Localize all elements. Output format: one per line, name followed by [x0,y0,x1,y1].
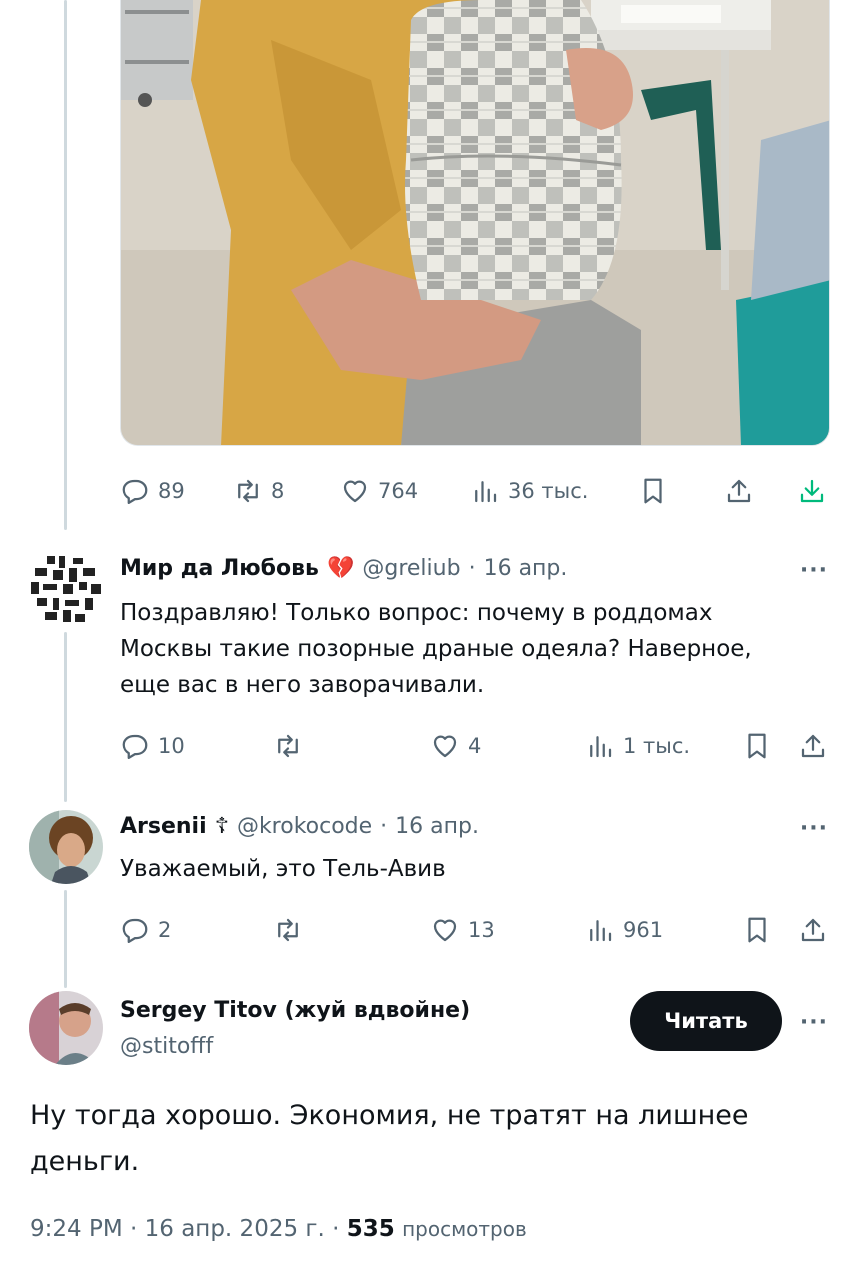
share-icon [801,734,825,758]
like-button[interactable]: 764 [340,471,418,511]
display-name[interactable]: Arsenii [120,814,207,839]
share-button[interactable] [798,910,828,950]
retweet-count: 8 [271,479,285,503]
reply-text: Уважаемый, это Тель-Авив [120,851,810,887]
share-icon [727,479,751,503]
tweet-meta: 9:24 PM · 16 апр. 2025 г. · 535 просмотр… [30,1216,527,1242]
reply-count: 10 [158,734,185,758]
reply-icon [122,734,148,759]
handle[interactable]: @greliub [362,556,460,581]
timestamp[interactable]: 16 апр. [395,814,479,839]
text-line: деньги. [30,1146,140,1177]
views-count: 36 тыс. [508,479,589,503]
author-name-row: Sergey Titov (жуй вдвойне) [120,998,470,1023]
avatar[interactable] [29,810,103,884]
tweet-photo[interactable] [120,0,830,446]
broken-heart-emoji: 💔 [326,556,355,581]
retweet-icon [238,479,258,503]
heart-icon [433,735,457,758]
retweet-button[interactable]: 8 [233,471,284,511]
views-button[interactable]: 961 [585,910,663,950]
separator: · [332,1216,340,1242]
download-button[interactable] [797,471,827,511]
thread-line [64,0,67,530]
reply-icon [122,479,148,504]
root-tweet-actions: 89 8 764 36 тыс. [0,471,856,511]
like-count: 4 [468,734,482,758]
reply-count: 89 [158,479,185,503]
views-count: 1 тыс. [623,734,691,758]
text-line: Ну тогда хорошо. Экономия, не тратят на … [30,1100,749,1131]
like-count: 764 [378,479,419,503]
text-line: Поздравляю! Только вопрос: почему в родд… [120,600,713,626]
handle[interactable]: @krokocode [237,814,372,839]
views-bar-icon [475,481,497,503]
heart-icon [343,480,367,503]
views-bar-icon [590,920,612,942]
reply-count: 2 [158,918,172,942]
thread-line [64,632,67,802]
reply-icon [122,918,148,943]
share-icon [801,918,825,942]
text-line: еще вас в него заворачивали. [120,672,485,698]
reply-button[interactable]: 10 [120,726,185,766]
timestamp[interactable]: 16 апр. [484,556,568,581]
views-button[interactable]: 36 тыс. [470,471,588,511]
retweet-button[interactable] [273,726,303,766]
heart-icon [433,919,457,942]
more-options-button[interactable]: ··· [800,1010,828,1035]
avatar[interactable] [29,552,103,626]
download-icon [800,479,824,503]
follow-button[interactable]: Читать [630,991,782,1051]
post-date[interactable]: 16 апр. 2025 г. [145,1216,325,1242]
more-options-button[interactable]: ··· [800,558,828,583]
views-bar-icon [590,736,612,758]
share-button[interactable] [724,471,754,511]
reply-header: Arsenii ☦ @krokocode · 16 апр. [120,814,479,839]
views-count: 961 [623,918,664,942]
reply-button[interactable]: 2 [120,910,171,950]
bookmark-icon [748,917,766,943]
like-count: 13 [468,918,495,942]
retweet-icon [278,734,298,758]
reply-actions: 10 4 1 тыс. [0,726,856,766]
display-name[interactable]: Мир да Любовь [120,556,319,581]
separator: · [130,1216,138,1242]
avatar[interactable] [29,991,103,1065]
reply-actions: 2 13 961 [0,910,856,950]
separator: · [380,814,388,839]
tweet-text: Ну тогда хорошо. Экономия, не тратят на … [30,1093,820,1185]
reply-button[interactable]: 89 [120,471,185,511]
bookmark-button[interactable] [742,910,772,950]
reply-header: Мир да Любовь 💔 @greliub · 16 апр. [120,556,567,581]
bookmark-button[interactable] [742,726,772,766]
like-button[interactable]: 13 [430,910,495,950]
like-button[interactable]: 4 [430,726,481,766]
share-button[interactable] [798,726,828,766]
text-line: Уважаемый, это Тель-Авив [120,856,446,882]
views-count: 535 [346,1216,395,1242]
text-line: Москвы такие позорные драные одеяла? Нав… [120,636,752,662]
handle[interactable]: @stitofff [120,1034,213,1059]
post-time[interactable]: 9:24 PM [30,1216,123,1242]
views-button[interactable]: 1 тыс. [585,726,690,766]
bookmark-button[interactable] [638,471,668,511]
retweet-icon [278,918,298,942]
bookmark-icon [748,733,766,759]
more-options-button[interactable]: ··· [800,816,828,841]
reply-text: Поздравляю! Только вопрос: почему в родд… [120,595,810,703]
retweet-button[interactable] [273,910,303,950]
views-label: просмотров [402,1217,527,1241]
bookmark-icon [644,478,662,504]
orthodox-cross-emoji: ☦ [214,814,229,839]
display-name[interactable]: Sergey Titov (жуй вдвойне) [120,998,470,1023]
author-handle-row: @stitofff [120,1034,213,1059]
separator: · [468,556,476,581]
